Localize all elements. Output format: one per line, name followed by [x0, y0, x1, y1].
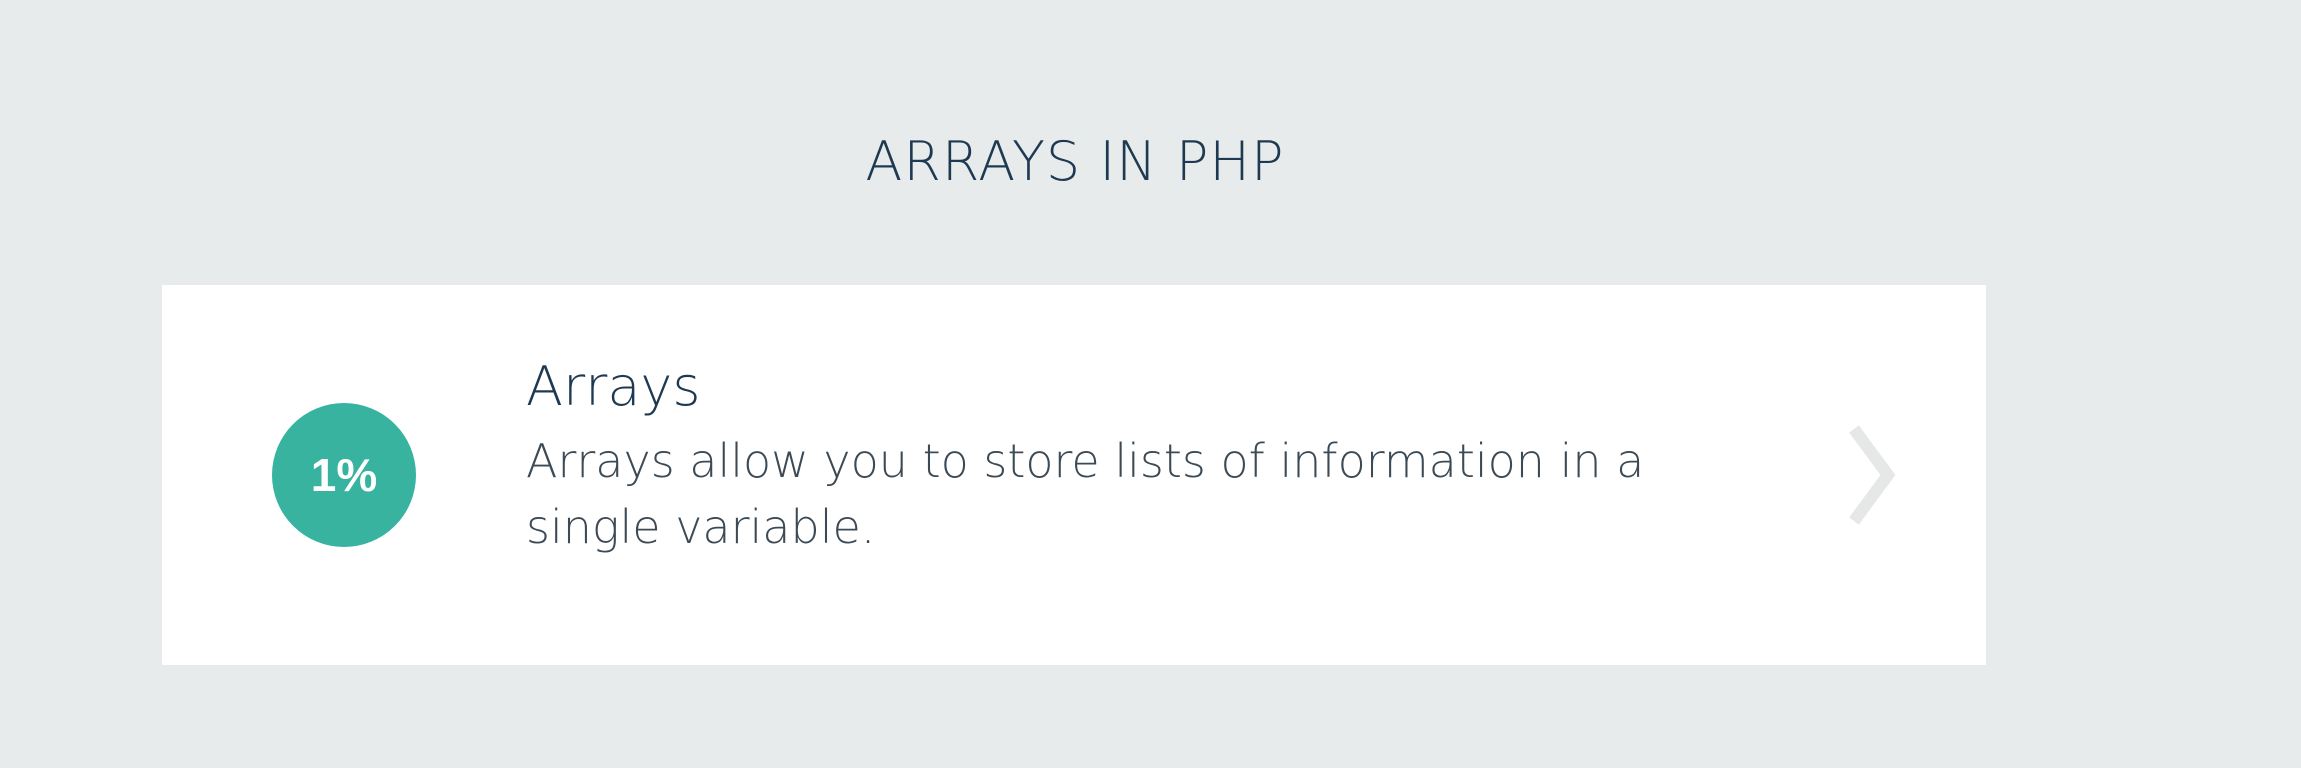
- progress-badge: 1%: [272, 403, 416, 547]
- progress-label: 1%: [310, 449, 378, 501]
- lesson-title: Arrays: [526, 355, 701, 418]
- lesson-description: Arrays allow you to store lists of infor…: [526, 433, 1645, 554]
- lesson-text: Arrays Arrays allow you to store lists o…: [526, 355, 1786, 560]
- chevron-right-icon[interactable]: [1842, 425, 1902, 525]
- page: ARRAYS IN PHP 1% Arrays Arrays allow you…: [0, 0, 2301, 768]
- lesson-card-arrays[interactable]: 1% Arrays Arrays allow you to store list…: [162, 285, 1986, 665]
- section-title: ARRAYS IN PHP: [865, 130, 1285, 193]
